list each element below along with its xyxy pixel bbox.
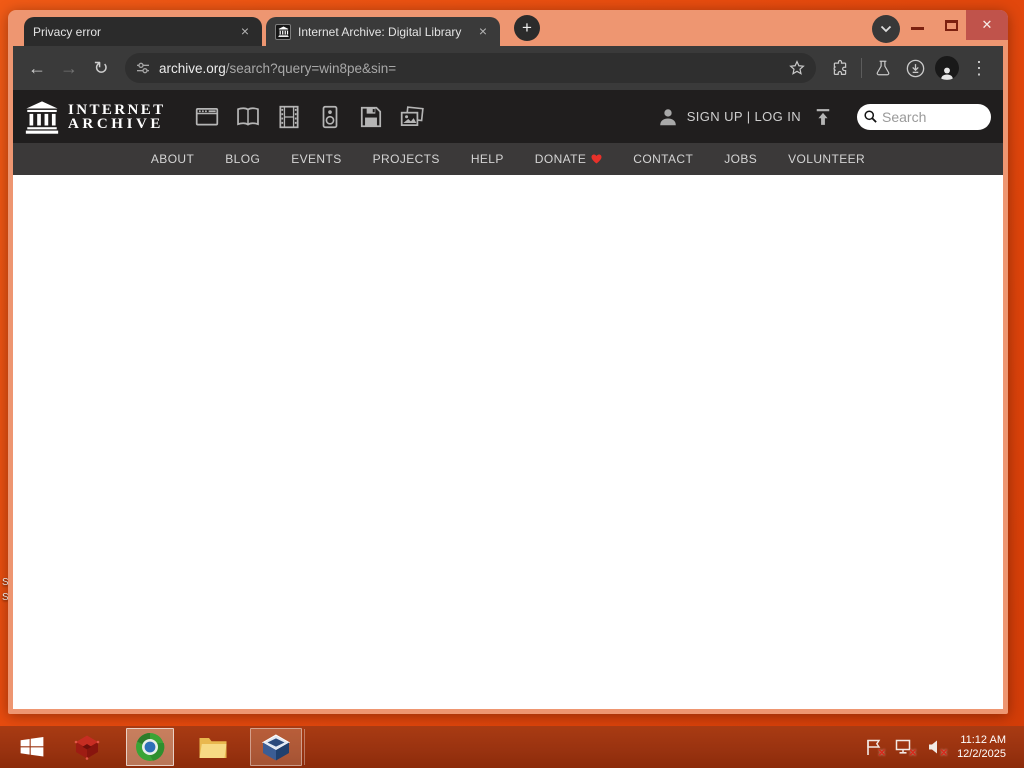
taskbar-clock[interactable]: 11:12 AM 12/2/2025 (957, 733, 1006, 761)
bookmark-star-icon[interactable] (788, 59, 806, 77)
internet-archive-wordmark[interactable]: INTERNET ARCHIVE (68, 102, 166, 131)
tab-title: Internet Archive: Digital Library (298, 24, 462, 39)
nav-help[interactable]: HELP (471, 152, 504, 166)
audio-icon[interactable] (317, 104, 343, 130)
forward-button[interactable]: → (55, 54, 83, 82)
network-status-icon[interactable]: ✕ (894, 738, 918, 759)
nav-blog[interactable]: BLOG (225, 152, 260, 166)
status-error-badge: ✕ (908, 748, 918, 759)
tab-title: Privacy error (33, 24, 102, 39)
browser-window: Privacy error × Internet Archive: Digita… (8, 10, 1008, 714)
nav-events[interactable]: EVENTS (291, 152, 341, 166)
volume-muted-icon[interactable]: ✕ (925, 738, 949, 759)
images-icon[interactable] (399, 104, 425, 130)
upload-icon[interactable] (813, 107, 833, 127)
site-settings-icon[interactable] (135, 60, 151, 76)
internet-archive-favicon (275, 23, 291, 40)
taskbar-file-explorer-button[interactable] (190, 728, 236, 766)
tab-close-icon[interactable]: × (237, 24, 253, 40)
chevron-down-icon (880, 25, 892, 33)
header-right-group: SIGN UP | LOG IN (657, 103, 991, 130)
windows-logo-icon (20, 737, 44, 757)
window-minimize-button[interactable] (911, 27, 924, 30)
downloads-icon[interactable] (901, 54, 929, 82)
profile-avatar-icon[interactable] (933, 54, 961, 82)
clock-date: 12/2/2025 (957, 748, 1006, 760)
red-box-app-icon (74, 735, 100, 760)
start-button[interactable] (10, 728, 54, 766)
page-content-blank (13, 175, 1003, 709)
nav-projects[interactable]: PROJECTS (373, 152, 440, 166)
address-bar[interactable]: archive.org/search?query=win8pe&sin= (125, 53, 816, 83)
internet-archive-logo[interactable] (25, 100, 59, 134)
url-text[interactable]: archive.org/search?query=win8pe&sin= (159, 61, 780, 76)
browser-toolbar: ← → ↻ archive.org/search?query=win8pe&si… (13, 46, 1003, 90)
archive-search-box[interactable] (857, 103, 991, 130)
browser-menu-icon[interactable]: ⋮ (965, 54, 993, 82)
chrome-icon (136, 733, 165, 761)
new-tab-button[interactable]: + (514, 15, 540, 41)
file-explorer-icon (199, 738, 227, 758)
user-icon[interactable] (657, 106, 679, 128)
heart-icon (591, 154, 602, 164)
taskbar-pinned-app-button[interactable] (62, 728, 112, 766)
toolbar-divider (861, 58, 862, 78)
taskbar-virtualbox-button[interactable] (250, 728, 302, 766)
status-error-badge: ✕ (939, 748, 949, 759)
search-input[interactable] (882, 108, 985, 125)
tab-privacy-error[interactable]: Privacy error × (24, 17, 262, 46)
video-icon[interactable] (276, 104, 302, 130)
tab-strip: Privacy error × Internet Archive: Digita… (8, 10, 1008, 46)
web-icon[interactable] (194, 104, 220, 130)
virtualbox-icon (261, 733, 291, 760)
signup-login-link[interactable]: SIGN UP | LOG IN (687, 109, 801, 124)
nav-volunteer[interactable]: VOLUNTEER (788, 152, 865, 166)
nav-contact[interactable]: CONTACT (633, 152, 693, 166)
clock-time: 11:12 AM (960, 734, 1006, 746)
tab-internet-archive[interactable]: Internet Archive: Digital Library × (266, 17, 500, 46)
experiments-flask-icon[interactable] (869, 54, 897, 82)
status-error-badge: ✕ (877, 748, 887, 759)
tab-close-icon[interactable]: × (475, 24, 491, 40)
taskbar-chrome-button[interactable] (126, 728, 174, 766)
action-center-flag-icon[interactable]: ✕ (863, 738, 887, 759)
taskbar: ✕ ✕ ✕ 11:12 AM 12/2/2025 (0, 726, 1024, 768)
nav-jobs[interactable]: JOBS (724, 152, 757, 166)
search-icon (864, 110, 877, 123)
window-maximize-button[interactable] (945, 20, 958, 31)
nav-donate[interactable]: DONATE (535, 152, 603, 166)
taskbar-divider (304, 729, 305, 765)
window-close-button[interactable]: ✕ (966, 10, 1008, 40)
window-content: ← → ↻ archive.org/search?query=win8pe&si… (13, 46, 1003, 709)
media-type-icons (194, 104, 425, 130)
nav-about[interactable]: ABOUT (151, 152, 194, 166)
software-icon[interactable] (358, 104, 384, 130)
system-tray: ✕ ✕ ✕ (863, 738, 949, 759)
extensions-icon[interactable] (826, 54, 854, 82)
back-button[interactable]: ← (23, 54, 51, 82)
texts-icon[interactable] (235, 104, 261, 130)
reload-button[interactable]: ↻ (87, 54, 115, 82)
internet-archive-header: INTERNET ARCHIVE SIGN UP | LOG IN Search (13, 90, 1003, 143)
tab-search-chevron-button[interactable] (872, 15, 900, 43)
desktop: S S Privacy error × Internet Archive: Di… (0, 0, 1024, 768)
internet-archive-nav: ABOUT BLOG EVENTS PROJECTS HELP DONATE C… (13, 143, 1003, 175)
